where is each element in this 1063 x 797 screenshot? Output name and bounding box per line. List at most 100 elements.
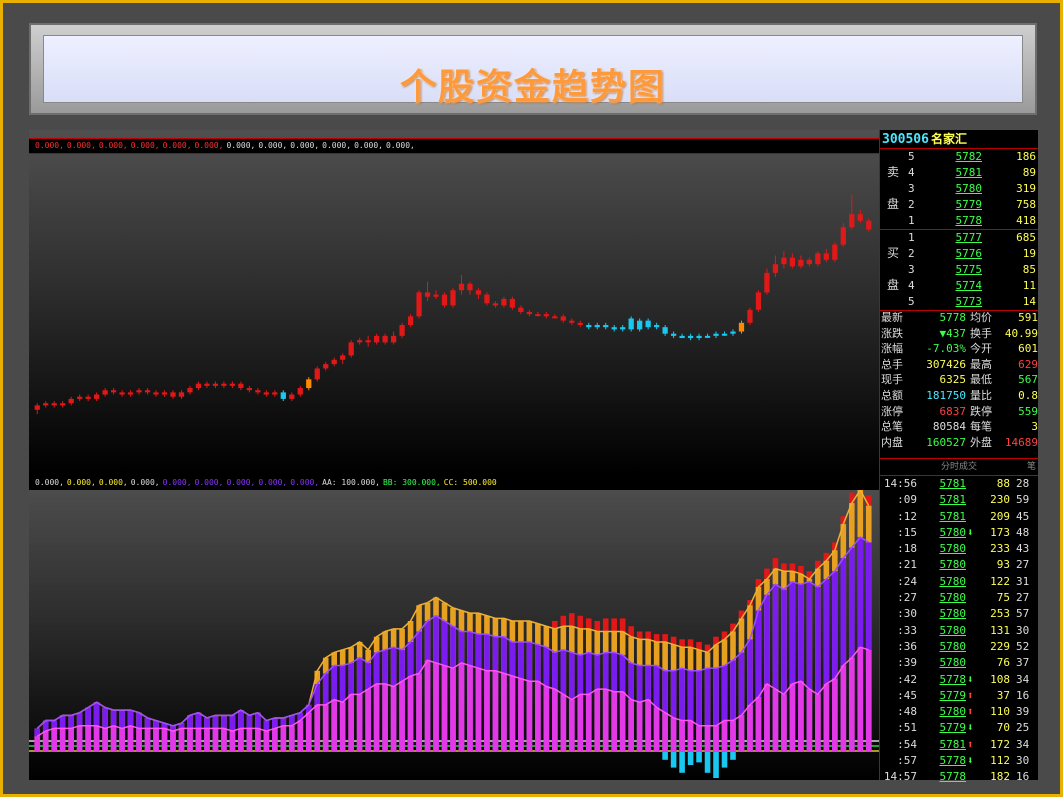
magenta-bar bbox=[560, 694, 567, 752]
magenta-bar bbox=[272, 728, 278, 752]
tick-list[interactable]: 14:56 5781 88 28:09 5781 230 59:12 5781 209 45:15… bbox=[880, 476, 1038, 786]
tick-row[interactable]: :24 5780 122 31 bbox=[880, 574, 1038, 590]
candle-body bbox=[374, 335, 380, 343]
tick-row[interactable]: :30 5780 253 57 bbox=[880, 606, 1038, 622]
tick-count: 52 bbox=[1016, 639, 1030, 653]
tick-row[interactable]: :48 5780 ⬆ 110 39 bbox=[880, 704, 1038, 720]
magenta-bar bbox=[577, 694, 584, 752]
magenta-bar bbox=[611, 691, 618, 752]
tick-volume: 37 bbox=[996, 688, 1010, 702]
ticks-header-label: 分时成交 bbox=[940, 462, 977, 472]
tick-count: 31 bbox=[1016, 574, 1030, 588]
tick-row[interactable]: :39 5780 76 37 bbox=[880, 655, 1038, 671]
large-inflow-bar bbox=[645, 631, 651, 640]
price-chart[interactable] bbox=[29, 152, 879, 474]
tick-row[interactable]: 14:57 5778 182 16 bbox=[880, 769, 1038, 785]
sell-level-row[interactable]: 5 5782 186 bbox=[904, 149, 1038, 165]
tick-time: :24 bbox=[897, 574, 917, 588]
tick-row[interactable]: :57 5778 ⬇ 112 30 bbox=[880, 753, 1038, 769]
tick-price: 5780 bbox=[939, 525, 967, 539]
tick-row[interactable]: :42 5778 ⬇ 108 34 bbox=[880, 672, 1038, 688]
magenta-bar bbox=[119, 728, 125, 752]
magenta-bar bbox=[161, 728, 168, 752]
stat-label: 涨跌 bbox=[881, 326, 903, 340]
price: 5782 bbox=[955, 150, 983, 163]
sell-level-row[interactable]: 1 5778 418 bbox=[904, 213, 1038, 229]
stat-label: 最高 bbox=[970, 357, 992, 371]
tick-volume: 122 bbox=[990, 574, 1010, 588]
large-inflow-bar bbox=[848, 492, 855, 504]
tick-arrow-icon: ⬇ bbox=[967, 672, 974, 686]
buy-level-row[interactable]: 3 5775 85 bbox=[904, 262, 1038, 278]
tick-time: :12 bbox=[897, 509, 917, 523]
magenta-bar bbox=[781, 694, 787, 752]
candle-body bbox=[306, 379, 312, 389]
tick-row[interactable]: :15 5780 ⬇ 173 48 bbox=[880, 525, 1038, 541]
tick-count: 57 bbox=[1016, 607, 1030, 621]
tick-row[interactable]: :54 5781 ⬆ 172 34 bbox=[880, 737, 1038, 753]
indicator-value: 0.000, bbox=[354, 141, 383, 150]
large-inflow-bar bbox=[560, 615, 567, 627]
tick-arrow-icon: ⬆ bbox=[967, 688, 974, 702]
candle-body bbox=[246, 388, 252, 391]
candle-body bbox=[416, 292, 422, 317]
magenta-bar bbox=[501, 673, 507, 752]
candle-body bbox=[238, 383, 244, 389]
tick-time: :18 bbox=[897, 542, 917, 556]
level: 2 bbox=[908, 247, 915, 260]
candle-body bbox=[144, 390, 151, 393]
candle-body bbox=[849, 214, 855, 228]
stat-label: 总笔 bbox=[881, 420, 903, 434]
magenta-bar bbox=[85, 725, 91, 752]
candle-body bbox=[348, 342, 354, 356]
magenta-bar bbox=[475, 668, 482, 752]
tick-row[interactable]: :27 5780 75 27 bbox=[880, 590, 1038, 606]
candle-body bbox=[195, 383, 202, 389]
tick-time: :09 bbox=[897, 493, 917, 507]
quote-panel: 300506 名家汇 卖 盘 5 5782 186 4 5781 89 3 5780 319 2 57… bbox=[879, 130, 1038, 783]
tick-row[interactable]: :36 5780 229 52 bbox=[880, 639, 1038, 655]
tick-row[interactable]: :51 5779 ⬇ 70 25 bbox=[880, 720, 1038, 736]
buy-level-row[interactable]: 5 5773 14 bbox=[904, 294, 1038, 310]
bottom-indicator-bar: 0.000, 0.000, 0.000, 0.000, 0.000, 0.000, 0.00… bbox=[29, 476, 879, 490]
buy-level-row[interactable]: 1 5777 685 bbox=[904, 230, 1038, 246]
sell-label-1: 卖 bbox=[886, 165, 899, 179]
stat-label: 内盘 bbox=[881, 435, 903, 449]
candle-body bbox=[365, 340, 371, 343]
candle-body bbox=[314, 368, 320, 380]
price: 5780 bbox=[955, 182, 983, 195]
candle-body bbox=[382, 335, 388, 343]
candle-body bbox=[484, 294, 490, 304]
stock-code: 300506 bbox=[882, 132, 929, 147]
sell-level-row[interactable]: 2 5779 758 bbox=[904, 197, 1038, 213]
tick-count: 16 bbox=[1016, 770, 1030, 784]
tick-row[interactable]: :21 5780 93 27 bbox=[880, 557, 1038, 573]
tick-row[interactable]: :45 5779 ⬆ 37 16 bbox=[880, 688, 1038, 704]
tick-row[interactable]: :33 5780 131 30 bbox=[880, 623, 1038, 639]
candle-body bbox=[255, 390, 261, 393]
magenta-bar bbox=[755, 696, 762, 752]
magenta-bar bbox=[365, 689, 371, 752]
large-inflow-bar bbox=[687, 639, 694, 648]
magenta-bar bbox=[42, 731, 49, 752]
indicator-value: 0.000, bbox=[162, 478, 192, 487]
stock-header[interactable]: 300506 名家汇 bbox=[880, 130, 1038, 149]
tick-row[interactable]: :12 5781 209 45 bbox=[880, 509, 1038, 525]
tick-row[interactable]: :18 5780 233 43 bbox=[880, 541, 1038, 557]
capital-flow-chart[interactable] bbox=[29, 490, 879, 780]
tick-row[interactable]: 14:56 5781 88 28 bbox=[880, 476, 1038, 492]
magenta-bar bbox=[704, 725, 711, 752]
large-inflow-bar bbox=[577, 615, 584, 629]
buy-level-row[interactable]: 4 5774 11 bbox=[904, 278, 1038, 294]
candle-body bbox=[577, 322, 583, 326]
magenta-bar bbox=[68, 728, 74, 752]
candle-body bbox=[603, 325, 609, 328]
buy-level-row[interactable]: 2 5776 19 bbox=[904, 246, 1038, 262]
tick-time: :51 bbox=[897, 721, 917, 735]
sell-level-row[interactable]: 3 5780 319 bbox=[904, 181, 1038, 197]
indicator-value: 0.000, bbox=[290, 141, 320, 150]
sell-level-row[interactable]: 4 5781 89 bbox=[904, 165, 1038, 181]
tick-row[interactable]: :09 5781 230 59 bbox=[880, 492, 1038, 508]
stat-value: 80584 bbox=[932, 420, 966, 434]
outflow-bar bbox=[687, 752, 694, 765]
